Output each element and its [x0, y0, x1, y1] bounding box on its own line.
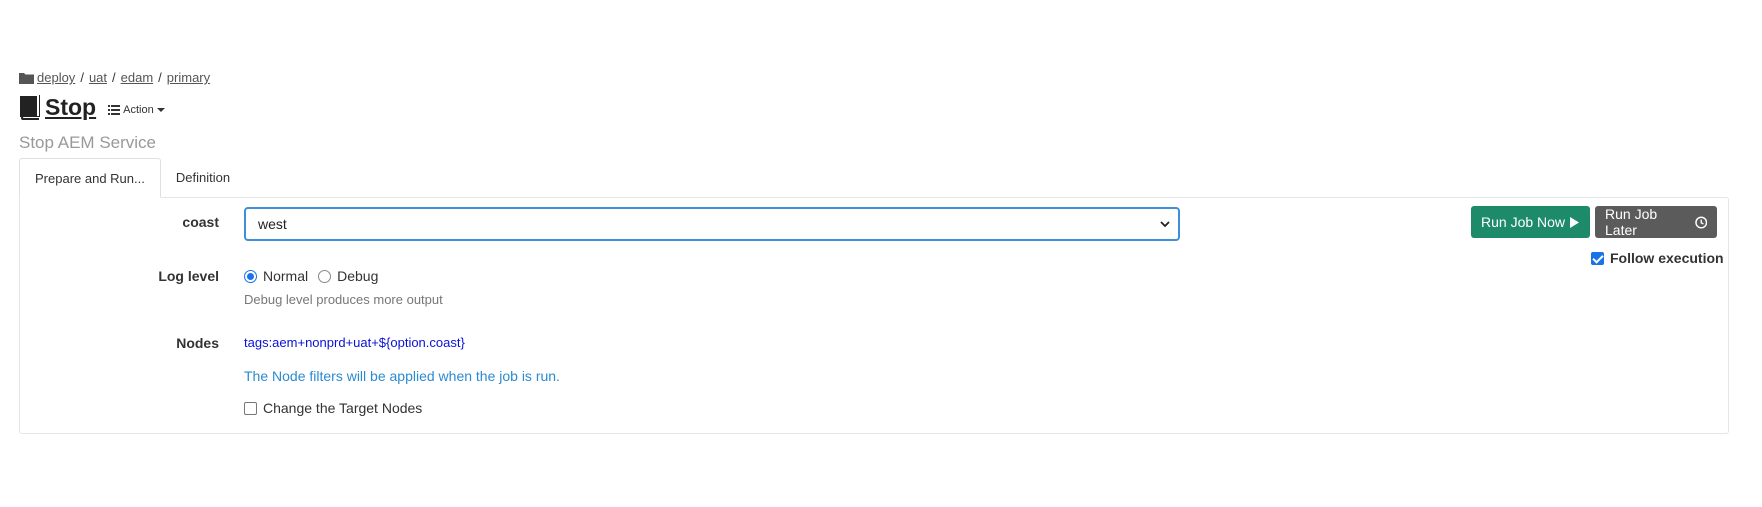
change-target-label: Change the Target Nodes: [263, 400, 423, 416]
clock-icon: [1694, 215, 1707, 229]
tab-prepare-and-run[interactable]: Prepare and Run...: [19, 158, 161, 198]
change-target-checkbox[interactable]: [244, 401, 257, 415]
breadcrumb-separator: /: [158, 70, 162, 85]
breadcrumb-deploy[interactable]: deploy: [37, 70, 75, 85]
node-filter-link[interactable]: tags:aem+nonprd+uat+${option.coast}: [244, 335, 465, 350]
breadcrumb-edam[interactable]: edam: [121, 70, 154, 85]
title-row: Stop Action: [19, 94, 165, 121]
coast-select[interactable]: west: [244, 207, 1180, 241]
job-description: Stop AEM Service: [19, 133, 157, 152]
coast-selected-value: west: [258, 216, 287, 232]
node-filter-note: The Node filters will be applied when th…: [244, 368, 560, 384]
chevron-down-icon: [1160, 221, 1170, 228]
breadcrumb: deploy / uat / edam / primary: [19, 70, 210, 85]
play-icon: [1570, 216, 1580, 228]
tab-definition[interactable]: Definition: [161, 158, 245, 198]
action-dropdown[interactable]: Action: [108, 104, 165, 116]
breadcrumb-primary[interactable]: primary: [167, 70, 210, 85]
radio-debug[interactable]: [318, 269, 332, 283]
tab-bar: Prepare and Run... Definition: [19, 158, 245, 198]
job-page: deploy / uat / edam / primary Stop Actio…: [0, 0, 1762, 507]
log-level-help: Debug level produces more output: [244, 292, 443, 307]
job-title-link[interactable]: Stop: [19, 94, 96, 121]
nodes-label: Nodes: [176, 335, 219, 351]
radio-normal[interactable]: [244, 269, 257, 283]
run-job-later-label: Run Job Later: [1605, 206, 1658, 238]
follow-execution-checkbox[interactable]: [1591, 251, 1604, 265]
breadcrumb-separator: /: [80, 70, 84, 85]
action-label: Action: [123, 103, 154, 116]
follow-execution-row: Follow execution: [1591, 250, 1724, 266]
caret-down-icon: [156, 107, 165, 112]
book-icon: [20, 95, 40, 120]
folder-icon: [19, 72, 34, 84]
job-title: Stop: [45, 94, 97, 120]
change-target-row: Change the Target Nodes: [244, 400, 422, 416]
follow-execution-label: Follow execution: [1610, 250, 1724, 266]
breadcrumb-uat[interactable]: uat: [89, 70, 107, 85]
run-job-now-label: Run Job Now: [1481, 214, 1566, 230]
coast-label: coast: [182, 214, 219, 230]
log-level-options: Normal Debug: [244, 268, 388, 284]
log-level-label: Log level: [158, 268, 219, 284]
radio-normal-label: Normal: [263, 268, 309, 284]
run-job-later-button[interactable]: Run Job Later: [1595, 206, 1717, 238]
list-icon: [108, 104, 121, 115]
run-job-now-button[interactable]: Run Job Now: [1471, 206, 1590, 238]
radio-debug-label: Debug: [337, 268, 379, 284]
breadcrumb-separator: /: [112, 70, 116, 85]
